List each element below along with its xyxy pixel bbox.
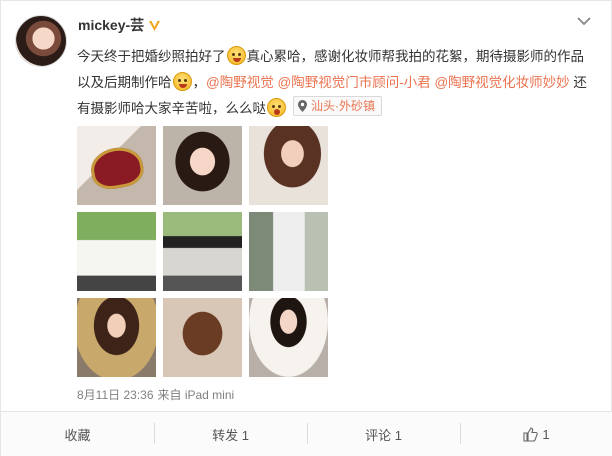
like-button[interactable]: 1 — [460, 412, 612, 456]
grin-emoji-icon — [226, 46, 246, 65]
like-count: 1 — [542, 426, 550, 442]
repost-label: 转发 1 — [212, 427, 249, 443]
photo-thumbnail[interactable] — [249, 298, 328, 377]
post-source: 来自 iPad mini — [157, 388, 235, 402]
post-text-part3: ， — [192, 75, 207, 90]
photo-thumbnail[interactable] — [163, 126, 242, 205]
user-row: mickey-芸 — [78, 15, 161, 35]
photo-thumbnail[interactable] — [77, 298, 156, 377]
location-label: 汕头·外砂镇 — [311, 99, 375, 113]
photo-thumbnail[interactable] — [249, 212, 328, 291]
mention-link[interactable]: @陶野视觉 — [206, 75, 274, 90]
user-avatar[interactable] — [15, 15, 67, 67]
action-bar: 收藏 转发 1 评论 1 1 — [1, 411, 612, 456]
photo-thumbnail[interactable] — [163, 212, 242, 291]
location-tag[interactable]: 汕头·外砂镇 — [293, 96, 382, 116]
post-text-part1: 今天终于把婚纱照拍好了 — [77, 49, 226, 64]
mention-link[interactable]: @陶野视觉门市顾问-小君 — [277, 75, 430, 90]
photo-thumbnail[interactable] — [77, 212, 156, 291]
weibo-post-card: mickey-芸 今天终于把婚纱照拍好了 真心累哈，感谢化妆师帮我拍的花絮，期待摄… — [0, 0, 612, 456]
photo-thumbnail[interactable] — [77, 126, 156, 205]
repost-button[interactable]: 转发 1 — [154, 412, 307, 456]
post-time[interactable]: 8月11日 23:36 — [77, 388, 154, 402]
username[interactable]: mickey-芸 — [78, 15, 144, 35]
surprised-emoji-icon — [267, 98, 286, 117]
chevron-down-icon[interactable] — [577, 16, 591, 26]
shy-emoji-icon — [172, 72, 192, 91]
favorite-label: 收藏 — [64, 427, 91, 443]
verified-icon — [148, 19, 161, 32]
photo-thumbnail[interactable] — [163, 298, 242, 377]
post-text: 今天终于把婚纱照拍好了 真心累哈，感谢化妆师帮我拍的花絮，期待摄影师的作品以及后期… — [77, 44, 597, 122]
photo-grid — [77, 126, 328, 377]
post-meta: 8月11日 23:36 来自 iPad mini — [77, 386, 234, 403]
favorite-button[interactable]: 收藏 — [1, 412, 154, 456]
comment-label: 评论 1 — [365, 427, 402, 443]
comment-button[interactable]: 评论 1 — [307, 412, 460, 456]
mention-link[interactable]: @陶野视觉化妆师妙妙 — [434, 75, 569, 90]
photo-thumbnail[interactable] — [249, 126, 328, 205]
location-pin-icon — [298, 100, 307, 112]
thumbs-up-icon — [523, 426, 539, 442]
